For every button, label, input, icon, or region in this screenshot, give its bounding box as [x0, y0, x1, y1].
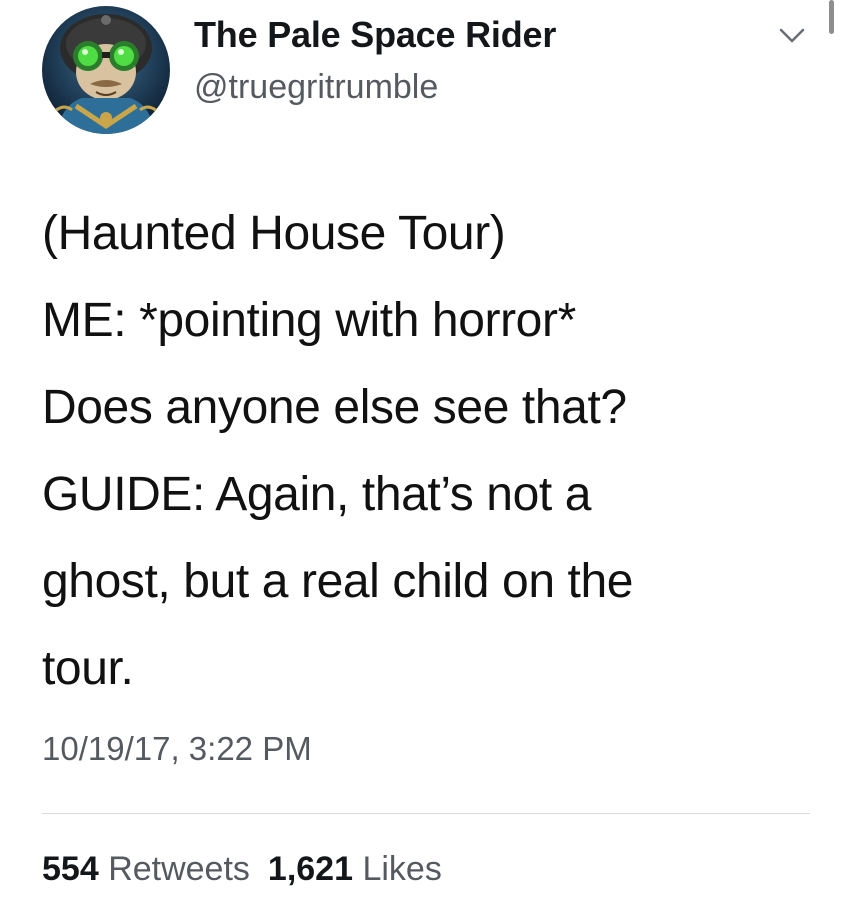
avatar[interactable]: [42, 6, 170, 134]
retweets-stat[interactable]: 554 Retweets: [42, 850, 250, 888]
tweet-text-line: ME: *pointing with horror*: [42, 294, 576, 347]
likes-stat[interactable]: 1,621 Likes: [268, 850, 442, 888]
retweets-count: 554: [42, 850, 99, 888]
tweet-menu-button[interactable]: [778, 26, 806, 46]
tweet-card: The Pale Space Rider @truegritrumble (Ha…: [0, 0, 846, 900]
tweet-text-line: GUIDE: Again, that’s not a: [42, 468, 592, 521]
tweet-text: (Haunted House Tour) ME: *pointing with …: [42, 190, 822, 712]
tweet-text-line: Does anyone else see that?: [42, 381, 627, 434]
author-handle[interactable]: @truegritrumble: [194, 68, 438, 107]
retweets-label: Retweets: [108, 850, 250, 888]
tweet-stats: 554 Retweets 1,621 Likes: [42, 850, 442, 889]
likes-label: Likes: [362, 850, 442, 888]
tweet-text-line: ghost, but a real child on the: [42, 555, 634, 608]
scroll-indicator[interactable]: [829, 0, 834, 34]
author-display-name[interactable]: The Pale Space Rider: [194, 14, 556, 56]
chevron-down-icon: [779, 28, 805, 43]
likes-count: 1,621: [267, 850, 354, 888]
tweet-text-line: tour.: [42, 642, 134, 695]
tweet-text-line: (Haunted House Tour): [42, 207, 506, 260]
cartoon-goggles-avatar-icon: [42, 6, 170, 134]
divider: [42, 813, 810, 814]
tweet-timestamp[interactable]: 10/19/17, 3:22 PM: [42, 730, 312, 768]
